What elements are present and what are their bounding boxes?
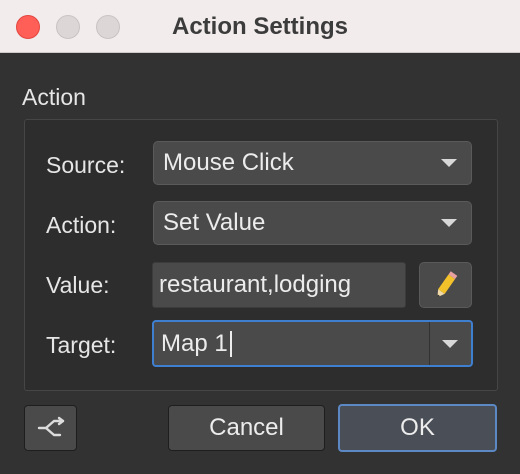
- value-field[interactable]: restaurant,lodging: [152, 262, 406, 308]
- action-label: Action:: [46, 212, 117, 238]
- edit-value-button[interactable]: [419, 262, 472, 308]
- transition-icon: [37, 416, 64, 437]
- combo-separator: [429, 322, 430, 365]
- transition-button[interactable]: [24, 405, 77, 451]
- chevron-down-icon: [442, 339, 458, 348]
- window-title: Action Settings: [171, 13, 348, 40]
- target-input[interactable]: Map 1: [154, 330, 429, 358]
- action-combo-value: Set Value: [163, 209, 266, 236]
- source-label: Source:: [46, 152, 126, 178]
- action-combo[interactable]: Set Value: [153, 201, 472, 245]
- cancel-button[interactable]: Cancel: [168, 405, 325, 451]
- group-title: Action: [22, 84, 86, 110]
- target-label: Target:: [46, 332, 117, 358]
- source-combo-value: Mouse Click: [163, 149, 294, 176]
- value-label: Value:: [46, 272, 110, 298]
- title-bar: Action Settings: [0, 0, 520, 53]
- chevron-down-icon: [441, 219, 457, 227]
- action-settings-dialog: Action Source: Mouse Click Action: Set V…: [0, 54, 520, 474]
- pencil-icon: [436, 271, 457, 298]
- target-combo[interactable]: Map 1: [152, 320, 473, 367]
- chevron-down-icon: [441, 159, 457, 167]
- ok-button[interactable]: OK: [338, 404, 497, 452]
- source-combo[interactable]: Mouse Click: [153, 141, 472, 185]
